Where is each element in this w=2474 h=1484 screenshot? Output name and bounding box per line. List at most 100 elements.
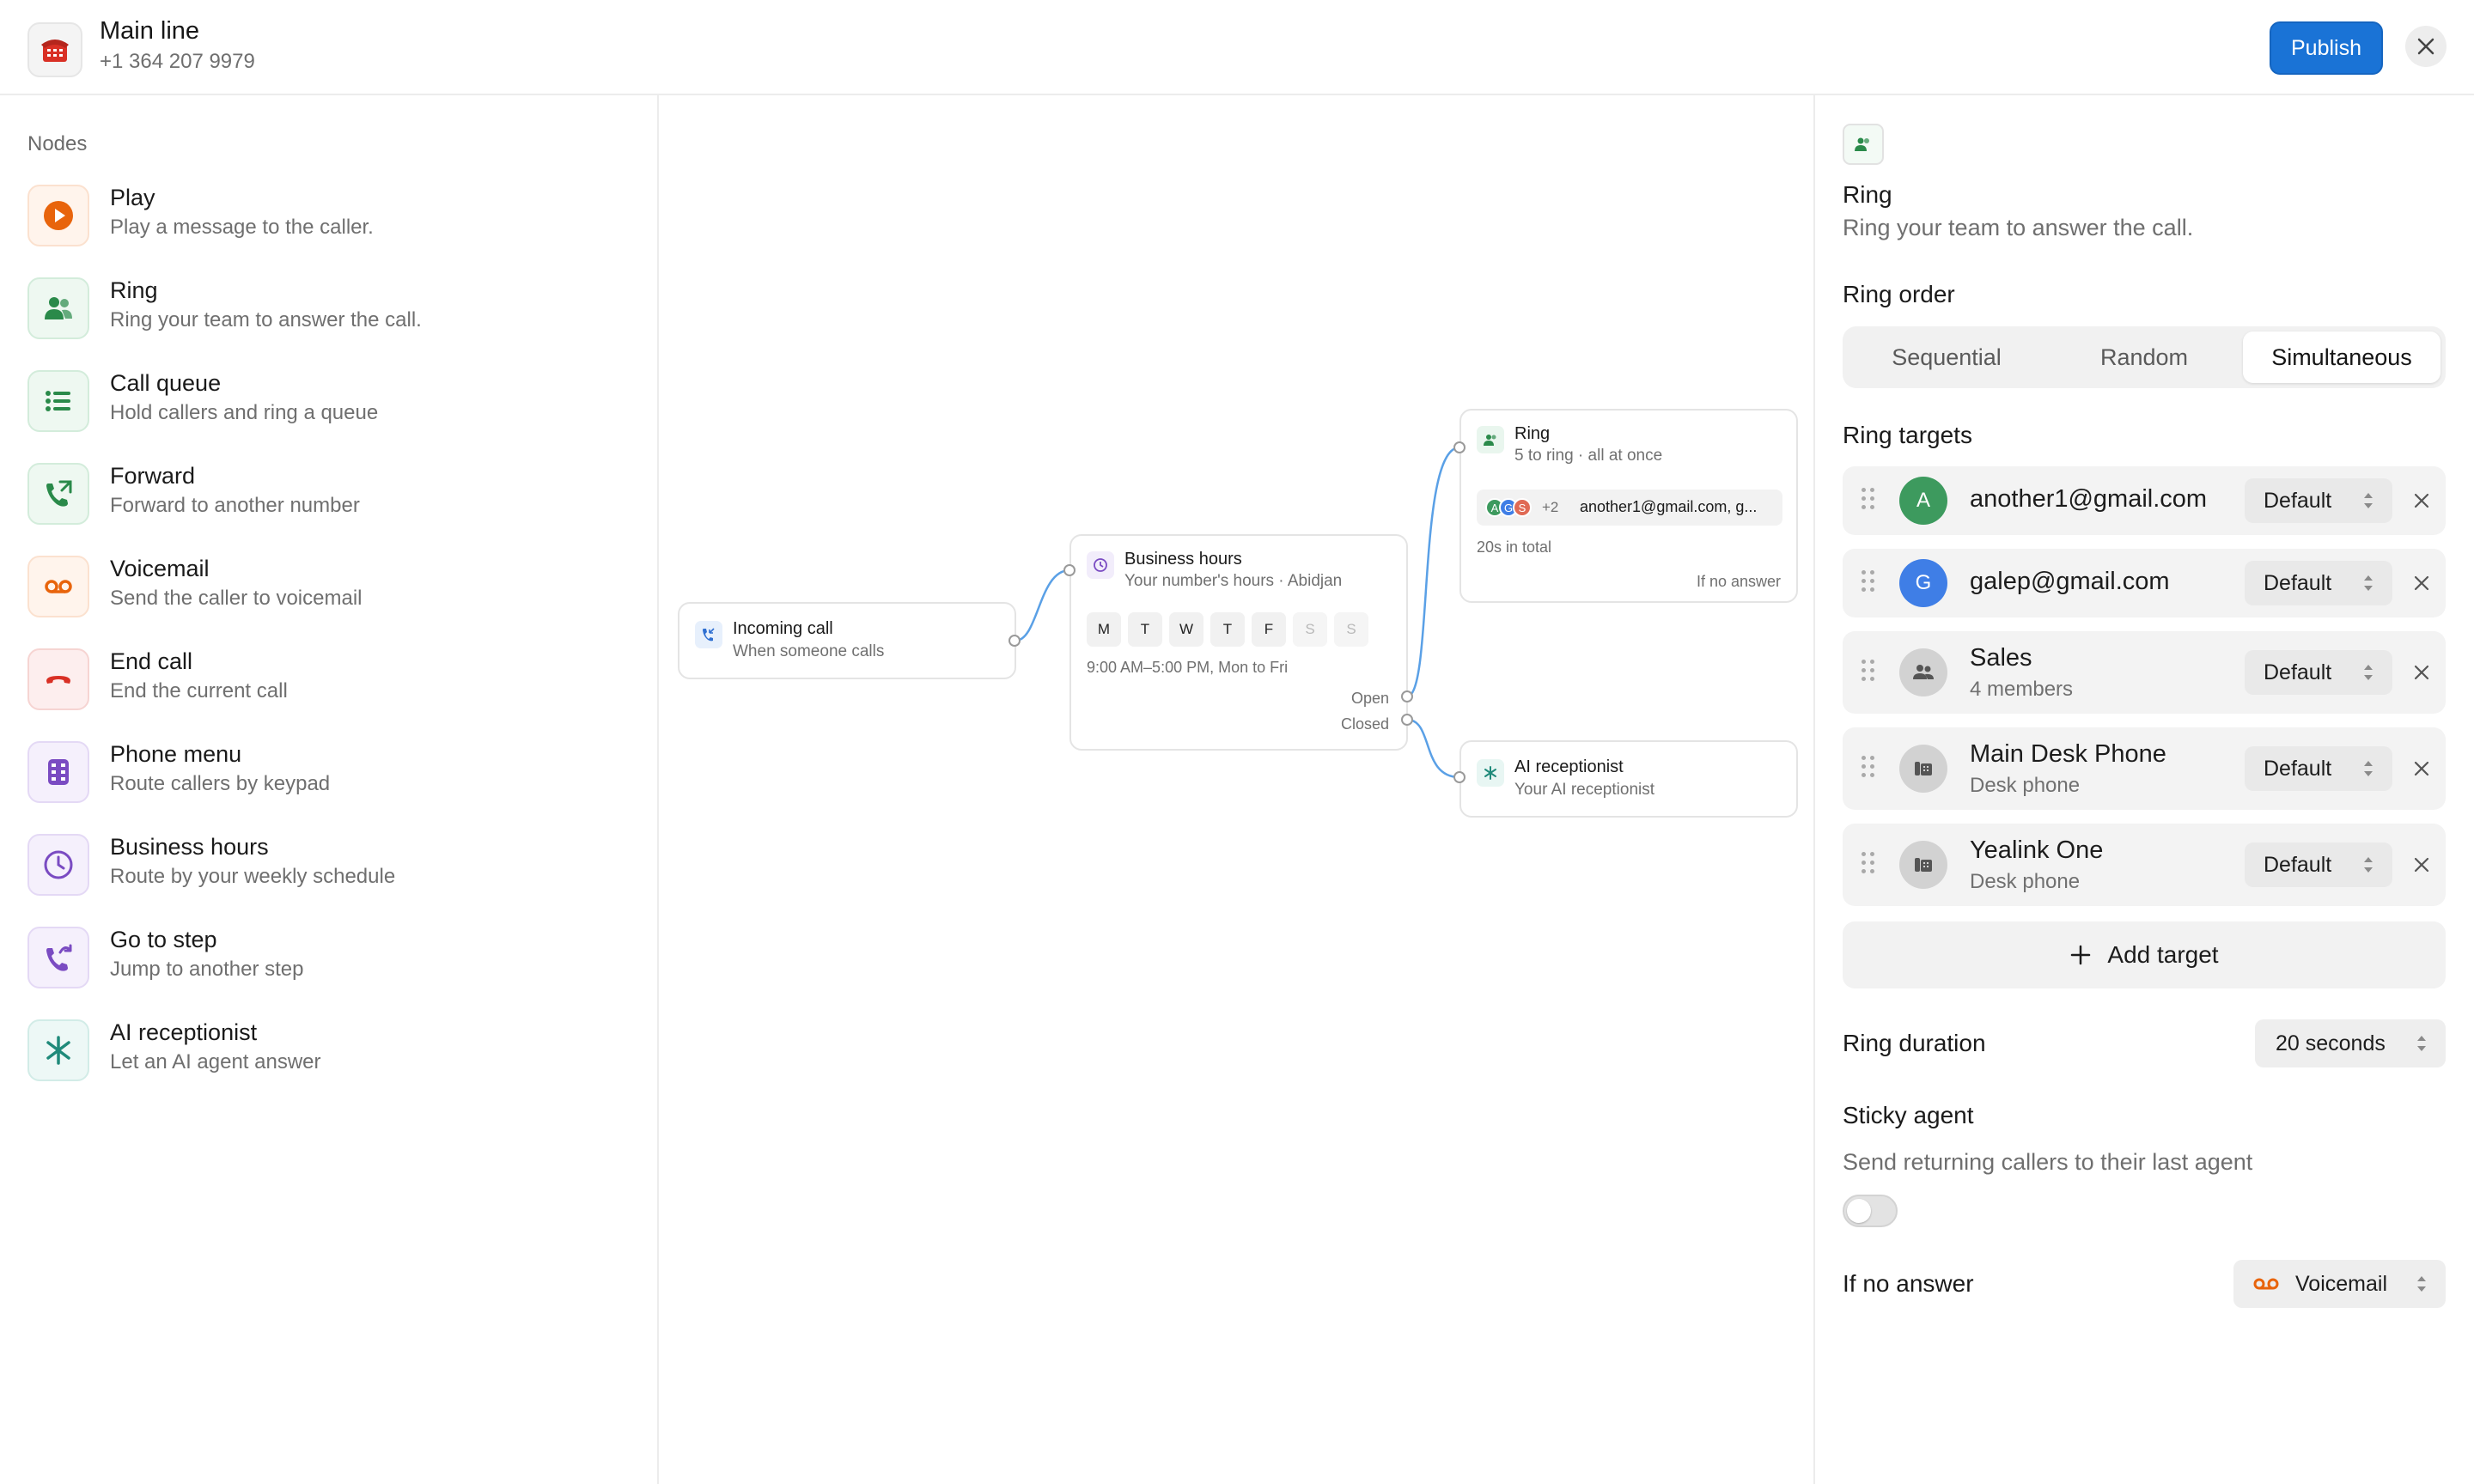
drag-handle-icon[interactable] xyxy=(1862,852,1877,873)
node-desc: Hold callers and ring a queue xyxy=(110,401,379,424)
target-mode-select[interactable]: Default xyxy=(2245,561,2392,605)
ring-team-icon xyxy=(27,277,89,339)
target-name: Main Desk Phone xyxy=(1970,740,2166,768)
target-name: Yealink One xyxy=(1970,836,2104,864)
ring-input-port[interactable] xyxy=(1453,441,1466,453)
target-sub: Desk phone xyxy=(1970,774,2081,797)
ring-targets-label: Ring targets xyxy=(1843,422,1972,448)
nodes-palette: Nodes Play Play a message to the caller.… xyxy=(0,95,659,1484)
drag-handle-icon[interactable] xyxy=(1862,570,1877,592)
node-phone-menu[interactable]: Phone menu Route callers by keypad xyxy=(27,739,629,805)
day-chip-sat: S xyxy=(1293,612,1327,647)
day-chip-tue: T xyxy=(1128,612,1162,647)
drag-handle-icon[interactable] xyxy=(1862,756,1877,777)
target-name: galep@gmail.com xyxy=(1970,568,2170,595)
node-ring[interactable]: Ring Ring your team to answer the call. xyxy=(27,276,629,341)
sticky-agent-label: Sticky agent xyxy=(1843,1102,1974,1128)
node-title: Go to step xyxy=(110,927,217,952)
targets-preview-text: another1@gmail.com, g... xyxy=(1580,498,1758,515)
node-business-hours[interactable]: Business hours Route by your weekly sche… xyxy=(27,832,629,897)
keypad-icon xyxy=(27,741,89,803)
incoming-call-icon xyxy=(695,621,722,648)
ring-order-simultaneous[interactable]: Simultaneous xyxy=(2243,331,2440,383)
ai-input-port[interactable] xyxy=(1453,771,1466,783)
remove-target-icon[interactable] xyxy=(2411,662,2432,683)
clock-icon xyxy=(1087,551,1114,579)
business-hours-range: 9:00 AM–5:00 PM, Mon to Fri xyxy=(1087,659,1289,676)
ai-node-sub: Your AI receptionist xyxy=(1514,781,1655,799)
node-play[interactable]: Play Play a message to the caller. xyxy=(27,183,629,248)
node-title: AI receptionist xyxy=(110,1019,258,1045)
remove-target-icon[interactable] xyxy=(2411,758,2432,779)
more-targets-count: +2 xyxy=(1542,499,1559,515)
ring-target-row: Yealink One Desk phone Default xyxy=(1843,824,2446,906)
panel-description: Ring your team to answer the call. xyxy=(1843,215,2194,240)
sticky-agent-toggle[interactable] xyxy=(1843,1195,1898,1227)
line-phone-number: +1 364 207 9979 xyxy=(100,50,255,73)
node-desc: Jump to another step xyxy=(110,958,304,981)
target-mode-select[interactable]: Default xyxy=(2245,650,2392,695)
closed-output-port[interactable] xyxy=(1401,714,1413,726)
add-target-button[interactable]: Add target xyxy=(1843,921,2446,988)
target-mode-select[interactable]: Default xyxy=(2245,478,2392,523)
node-forward[interactable]: Forward Forward to another number xyxy=(27,461,629,526)
ai-receptionist-node[interactable]: AI receptionist Your AI receptionist xyxy=(1459,740,1798,818)
day-chip-mon: M xyxy=(1087,612,1121,647)
target-mode-select[interactable]: Default xyxy=(2245,746,2392,791)
ring-node-title: Ring xyxy=(1514,424,1551,443)
no-answer-select[interactable]: Voicemail xyxy=(2233,1260,2446,1308)
incoming-output-port[interactable] xyxy=(1008,635,1021,647)
day-chip-wed: W xyxy=(1169,612,1203,647)
ring-order-random[interactable]: Random xyxy=(2045,331,2243,383)
voicemail-icon xyxy=(27,556,89,617)
ring-order-label: Ring order xyxy=(1843,281,1955,307)
node-go-to-step[interactable]: Go to step Jump to another step xyxy=(27,925,629,990)
incoming-call-node[interactable]: Incoming call When someone calls xyxy=(678,602,1016,679)
remove-target-icon[interactable] xyxy=(2411,573,2432,593)
business-hours-node[interactable]: Business hours Your number's hours · Abi… xyxy=(1069,534,1408,751)
ring-node-sub: 5 to ring · all at once xyxy=(1514,447,1663,465)
updown-icon xyxy=(2364,761,2373,776)
ring-order-sequential[interactable]: Sequential xyxy=(1848,331,2045,383)
remove-target-icon[interactable] xyxy=(2411,855,2432,875)
ring-duration-label: Ring duration xyxy=(1843,1030,1986,1056)
avatar: S xyxy=(1513,498,1532,517)
clock-icon xyxy=(27,834,89,896)
node-desc: Route callers by keypad xyxy=(110,772,331,795)
drag-handle-icon[interactable] xyxy=(1862,660,1877,681)
ring-node[interactable]: Ring 5 to ring · all at once A G S +2 an… xyxy=(1459,409,1798,603)
target-sub: Desk phone xyxy=(1970,870,2081,893)
remove-target-icon[interactable] xyxy=(2411,490,2432,511)
phone-icon xyxy=(27,22,82,77)
open-output-port[interactable] xyxy=(1401,690,1413,702)
ring-no-answer-label: If no answer xyxy=(1696,573,1781,590)
target-mode-select[interactable]: Default xyxy=(2245,842,2392,887)
toggle-knob xyxy=(1847,1199,1871,1223)
close-button[interactable] xyxy=(2405,26,2447,67)
queue-list-icon xyxy=(27,370,89,432)
sticky-agent-desc: Send returning callers to their last age… xyxy=(1843,1149,2253,1175)
node-end-call[interactable]: End call End the current call xyxy=(27,647,629,712)
target-sub: 4 members xyxy=(1970,678,2074,701)
avatar: G xyxy=(1899,559,1947,607)
node-ai-receptionist[interactable]: AI receptionist Let an AI agent answer xyxy=(27,1018,629,1083)
ai-node-title: AI receptionist xyxy=(1514,757,1624,776)
goto-step-icon xyxy=(27,927,89,988)
add-target-label: Add target xyxy=(2107,941,2219,968)
drag-handle-icon[interactable] xyxy=(1862,488,1877,509)
node-call-queue[interactable]: Call queue Hold callers and ring a queue xyxy=(27,368,629,434)
panel-title: Ring xyxy=(1843,181,1892,208)
business-hours-input-port[interactable] xyxy=(1063,564,1076,576)
node-title: Forward xyxy=(110,463,196,489)
open-branch-label: Open xyxy=(1350,690,1389,707)
flow-canvas[interactable]: Incoming call When someone calls Busines… xyxy=(661,95,1813,1484)
ring-target-row: Sales 4 members Default xyxy=(1843,631,2446,714)
publish-button[interactable]: Publish xyxy=(2270,21,2383,75)
node-desc: Send the caller to voicemail xyxy=(110,587,363,610)
voicemail-icon xyxy=(2253,1278,2279,1290)
ring-duration-select[interactable]: 20 seconds xyxy=(2255,1019,2446,1067)
ai-asterisk-icon xyxy=(27,1019,89,1081)
ring-target-row: Main Desk Phone Desk phone Default xyxy=(1843,727,2446,810)
node-voicemail[interactable]: Voicemail Send the caller to voicemail xyxy=(27,554,629,619)
end-call-icon xyxy=(27,648,89,710)
